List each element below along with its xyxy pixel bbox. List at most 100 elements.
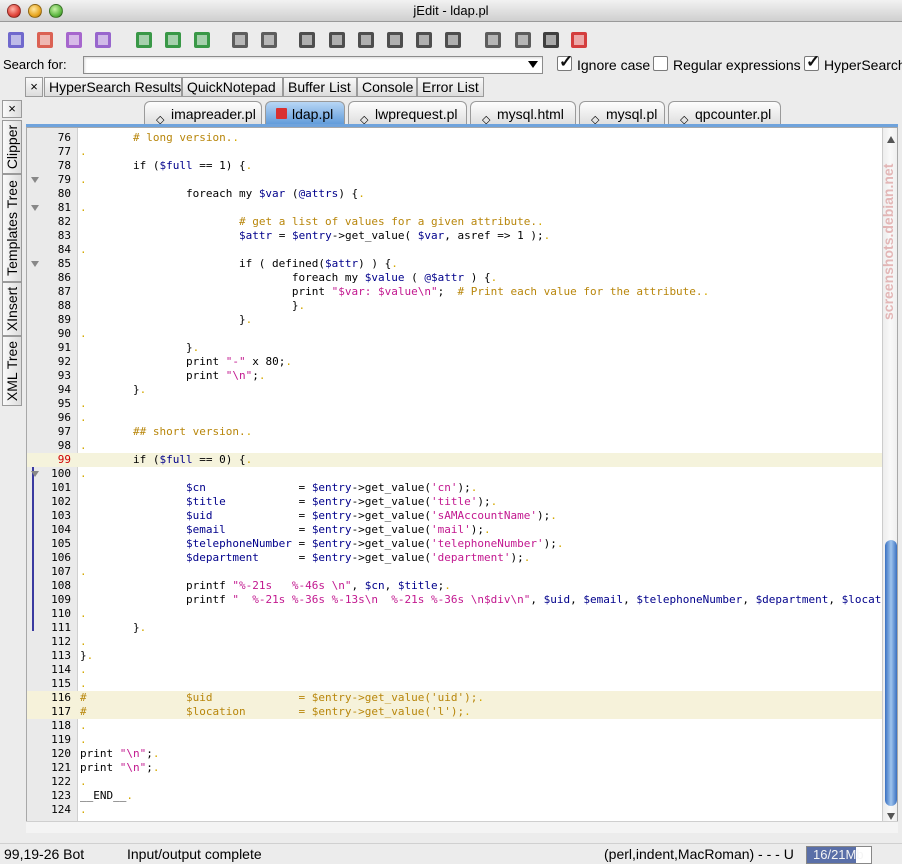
code-line[interactable]: 82 # get a list of values for a given at… [27,215,897,229]
search-input[interactable] [83,56,543,74]
code-line[interactable]: 86 foreach my $value ( @$attr ) {. [27,271,897,285]
code-line[interactable]: 98. [27,439,897,453]
code-line[interactable]: 88 }. [27,299,897,313]
caret-position[interactable]: 99,19-26 Bot [4,846,84,862]
camel-2-icon[interactable] [540,29,562,51]
fold-marker-icon[interactable] [31,471,39,477]
dock-tab-error-list[interactable]: Error List [417,77,484,97]
regex-checkbox[interactable] [653,56,668,71]
code-line[interactable]: 77. [27,145,897,159]
new-file-2-icon[interactable] [34,29,56,51]
ignore-case-checkbox[interactable]: ✓ [557,52,573,71]
buffer-tab-lwprequest[interactable]: ◇ lwprequest.pl [348,101,467,126]
scroll-down-icon[interactable] [887,813,895,820]
split-horizontal-icon[interactable] [191,29,213,51]
code-line[interactable]: 85 if ( defined($attr) ) {. [27,257,897,271]
code-line[interactable]: 79. [27,173,897,187]
global-options-icon[interactable] [296,29,318,51]
code-line[interactable]: 76 # long version.. [27,131,897,145]
macro-icon[interactable] [355,29,377,51]
cog-icon[interactable] [482,29,504,51]
side-tab-clipper[interactable]: Clipper [2,120,22,174]
minimize-window-icon[interactable] [28,4,42,18]
tag-2-icon[interactable] [413,29,435,51]
code-line[interactable]: 89 }. [27,313,897,327]
code-line[interactable]: 107. [27,565,897,579]
code-line[interactable]: 108 printf "%-21s %-46s \n", $cn, $title… [27,579,897,593]
close-file-icon[interactable] [92,29,114,51]
side-tab-xml-tree[interactable]: XML Tree [2,336,22,406]
buffer-tab-qpcounter[interactable]: ◇ qpcounter.pl [668,101,781,126]
code-line[interactable]: 124. [27,803,897,817]
close-window-icon[interactable] [7,4,21,18]
code-line[interactable]: 114. [27,663,897,677]
code-line[interactable]: 109 printf " %-21s %-36s %-13s\n %-21s %… [27,593,897,607]
tag-3-icon[interactable] [442,29,464,51]
fold-marker-icon[interactable] [31,177,39,183]
dock-tab-console[interactable]: Console [357,77,417,97]
fold-marker-icon[interactable] [31,205,39,211]
code-line[interactable]: 113}. [27,649,897,663]
hypersearch-checkbox[interactable]: ✓ [804,52,820,71]
code-line[interactable]: 92 print "-" x 80;. [27,355,897,369]
memory-status[interactable]: 16/21Mb [806,846,872,864]
dock-close-button[interactable]: × [25,77,43,97]
buffer-mode-indicator[interactable]: (perl,indent,MacRoman) - - - U [604,846,794,862]
new-file-icon[interactable] [5,29,27,51]
dock-tab-buffer-list[interactable]: Buffer List [283,77,357,97]
code-line[interactable]: 120 print "\n";. [27,747,897,761]
buffer-tab-ldap[interactable]: ldap.pl [265,101,345,126]
code-line[interactable]: 81. [27,201,897,215]
tag-1-icon[interactable] [384,29,406,51]
side-tab-xinsert[interactable]: XInsert [2,282,22,336]
open-file-icon[interactable] [63,29,85,51]
buffer-tab-mysql-html[interactable]: ◇ mysql.html [470,101,576,126]
buffer-tab-imapreader[interactable]: ◇ imapreader.pl [144,101,262,126]
code-line[interactable]: 104 $email = $entry->get_value('mail');. [27,523,897,537]
side-dock-close-button[interactable]: × [2,100,22,118]
camel-icon[interactable] [512,29,534,51]
code-line[interactable]: 80 foreach my $var (@attrs) {. [27,187,897,201]
code-line[interactable]: 103 $uid = $entry->get_value('sAMAccount… [27,509,897,523]
code-line[interactable]: 83 $attr = $entry->get_value( $var, asre… [27,229,897,243]
horizontal-scrollbar[interactable] [26,821,898,833]
code-line[interactable]: 97 ## short version.. [27,425,897,439]
code-line[interactable]: 106 $department = $entry->get_value('dep… [27,551,897,565]
code-line[interactable]: 78 if ($full == 1) {. [27,159,897,173]
code-line[interactable]: 84. [27,243,897,257]
code-line[interactable]: 105 $telephoneNumber = $entry->get_value… [27,537,897,551]
code-line[interactable]: 102 $title = $entry->get_value('title');… [27,495,897,509]
code-line[interactable]: 95. [27,397,897,411]
code-line[interactable]: 90. [27,327,897,341]
clip-icon[interactable] [258,29,280,51]
code-line[interactable]: 115. [27,677,897,691]
code-line[interactable]: 123 __END__. [27,789,897,803]
code-line[interactable]: 116 # $uid = $entry->get_value('uid');. [27,691,897,705]
buffer-tab-mysql-pl[interactable]: ◇ mysql.pl [579,101,665,126]
code-line[interactable]: 112. [27,635,897,649]
chevron-down-icon[interactable] [528,61,538,68]
list-icon[interactable] [229,29,251,51]
scrollbar-thumb[interactable] [885,540,897,806]
split-vertical-icon[interactable] [162,29,184,51]
scroll-up-icon[interactable] [887,136,895,143]
code-line[interactable]: 91 }. [27,341,897,355]
code-line[interactable]: 101 $cn = $entry->get_value('cn');. [27,481,897,495]
code-line[interactable]: 99 if ($full == 0) {. [27,453,897,467]
fold-marker-icon[interactable] [31,261,39,267]
code-line[interactable]: 93 print "\n";. [27,369,897,383]
code-line[interactable]: 94 }. [27,383,897,397]
code-line[interactable]: 96. [27,411,897,425]
code-line[interactable]: 118. [27,719,897,733]
code-line[interactable]: 117 # $location = $entry->get_value('l');… [27,705,897,719]
code-line[interactable]: 110. [27,607,897,621]
code-line[interactable]: 121 print "\n";. [27,761,897,775]
side-tab-templates-tree[interactable]: Templates Tree [2,174,22,282]
code-line[interactable]: 111 }. [27,621,897,635]
fullscreen-icon[interactable] [133,29,155,51]
link-icon[interactable] [326,29,348,51]
dock-tab-quicknotepad[interactable]: QuickNotepad [182,77,283,97]
text-area[interactable]: 76 # long version.. 77. 78 if ($full == 1)… [26,127,898,833]
dock-tab-hypersearch-results[interactable]: HyperSearch Results [44,77,182,97]
zoom-window-icon[interactable] [49,4,63,18]
